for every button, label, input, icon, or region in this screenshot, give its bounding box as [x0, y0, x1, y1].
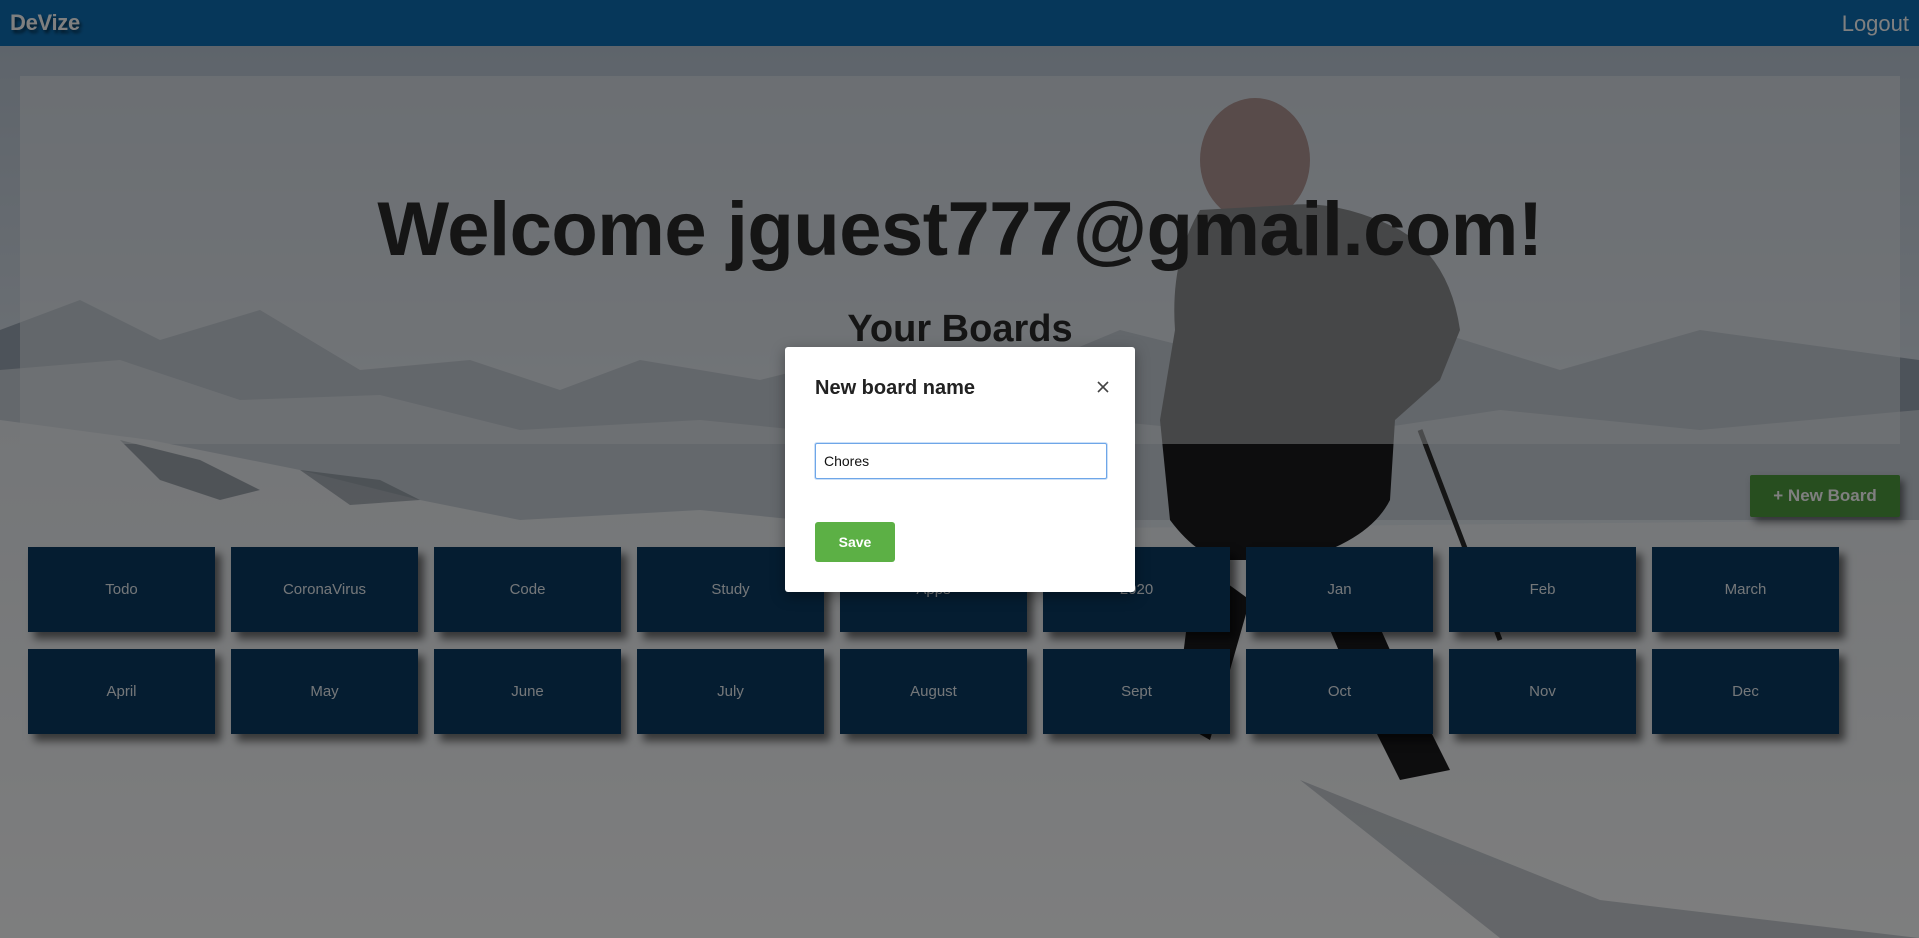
board-name-input[interactable] — [815, 443, 1107, 479]
modal-title: New board name — [815, 377, 976, 399]
close-icon[interactable] — [1093, 377, 1113, 397]
new-board-modal: New board name Save — [785, 347, 1135, 592]
save-button[interactable]: Save — [815, 522, 895, 562]
